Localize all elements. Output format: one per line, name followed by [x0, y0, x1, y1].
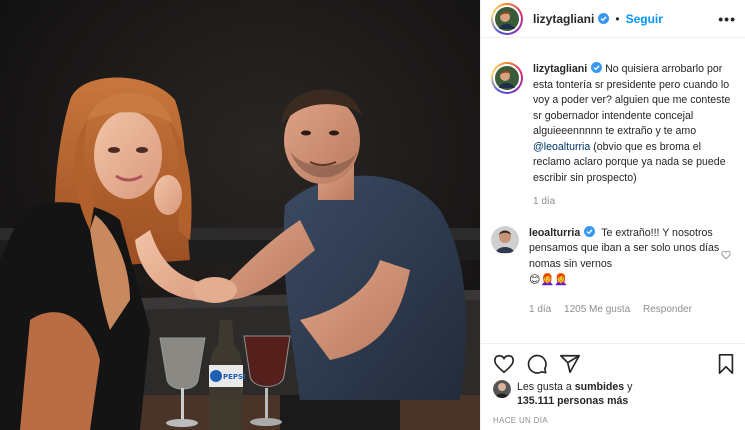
more-options-icon[interactable]: ••• — [718, 11, 736, 27]
bookmark-icon[interactable] — [716, 353, 736, 375]
caption-avatar[interactable] — [491, 62, 523, 94]
caption-username[interactable]: lizytagliani — [533, 63, 587, 75]
heart-icon[interactable] — [493, 353, 515, 375]
commenter-avatar-image — [491, 225, 519, 254]
liker-avatar[interactable] — [493, 380, 511, 398]
caption-avatar-image — [495, 66, 519, 90]
caption-mention[interactable]: @leoalturria — [533, 141, 590, 153]
caption-time[interactable]: 1 día — [533, 196, 555, 207]
liker-avatar-image — [493, 380, 511, 398]
comment-icon[interactable] — [526, 353, 548, 375]
caption-meta: 1 día — [533, 194, 733, 210]
likes-text: Les gusta a sumbides y 135.111 personas … — [517, 380, 632, 408]
comment-like-heart-icon[interactable] — [721, 250, 731, 260]
likes-others[interactable]: 135.111 personas más — [517, 395, 628, 407]
likes-summary: Les gusta a sumbides y 135.111 personas … — [493, 380, 632, 408]
likes-user[interactable]: sumbides — [575, 381, 624, 393]
comment-body: leoalturria Te extraño!!! Y nosotros pen… — [529, 225, 729, 318]
author-avatar-image — [495, 6, 519, 31]
verified-badge-icon — [584, 225, 596, 237]
bottle-label: PEPSI — [223, 373, 246, 381]
comment-item: leoalturria Te extraño!!! Y nosotros pen… — [491, 225, 736, 318]
verified-badge-icon — [591, 62, 603, 73]
author-avatar[interactable] — [491, 2, 523, 35]
verified-badge-icon — [598, 13, 610, 24]
author-username[interactable]: lizytagliani — [533, 12, 594, 26]
post-photo-image: PEPSI — [0, 0, 480, 430]
header-separator: • — [615, 11, 620, 26]
comment-emojis: 😊👩‍🦰👩‍🦰 — [529, 273, 568, 286]
comment-likes[interactable]: 1205 Me gusta — [564, 304, 630, 315]
comments-section: lizytagliani No quisiera arrobarlo por e… — [481, 38, 745, 343]
comment-meta: 1 día 1205 Me gusta Responder — [529, 302, 729, 318]
commenter-username[interactable]: leoalturria — [529, 227, 580, 239]
caption-body: lizytagliani No quisiera arrobarlo por e… — [533, 62, 733, 210]
likes-prefix: Les gusta a — [517, 381, 575, 393]
post-side-panel: lizytagliani • Seguir ••• lizytagliani N… — [480, 0, 745, 430]
commenter-avatar[interactable] — [491, 225, 519, 254]
action-bar — [481, 343, 745, 383]
follow-button[interactable]: Seguir — [626, 12, 663, 26]
post-header: lizytagliani • Seguir ••• — [481, 0, 745, 38]
likes-connector: y — [624, 381, 633, 393]
caption: lizytagliani No quisiera arrobarlo por e… — [491, 62, 736, 210]
post-timestamp[interactable]: HACE UN DÍA — [493, 416, 548, 425]
comment-time[interactable]: 1 día — [529, 304, 551, 315]
reply-button[interactable]: Responder — [643, 304, 692, 315]
share-icon[interactable] — [559, 353, 581, 375]
post-photo[interactable]: PEPSI — [0, 0, 480, 430]
